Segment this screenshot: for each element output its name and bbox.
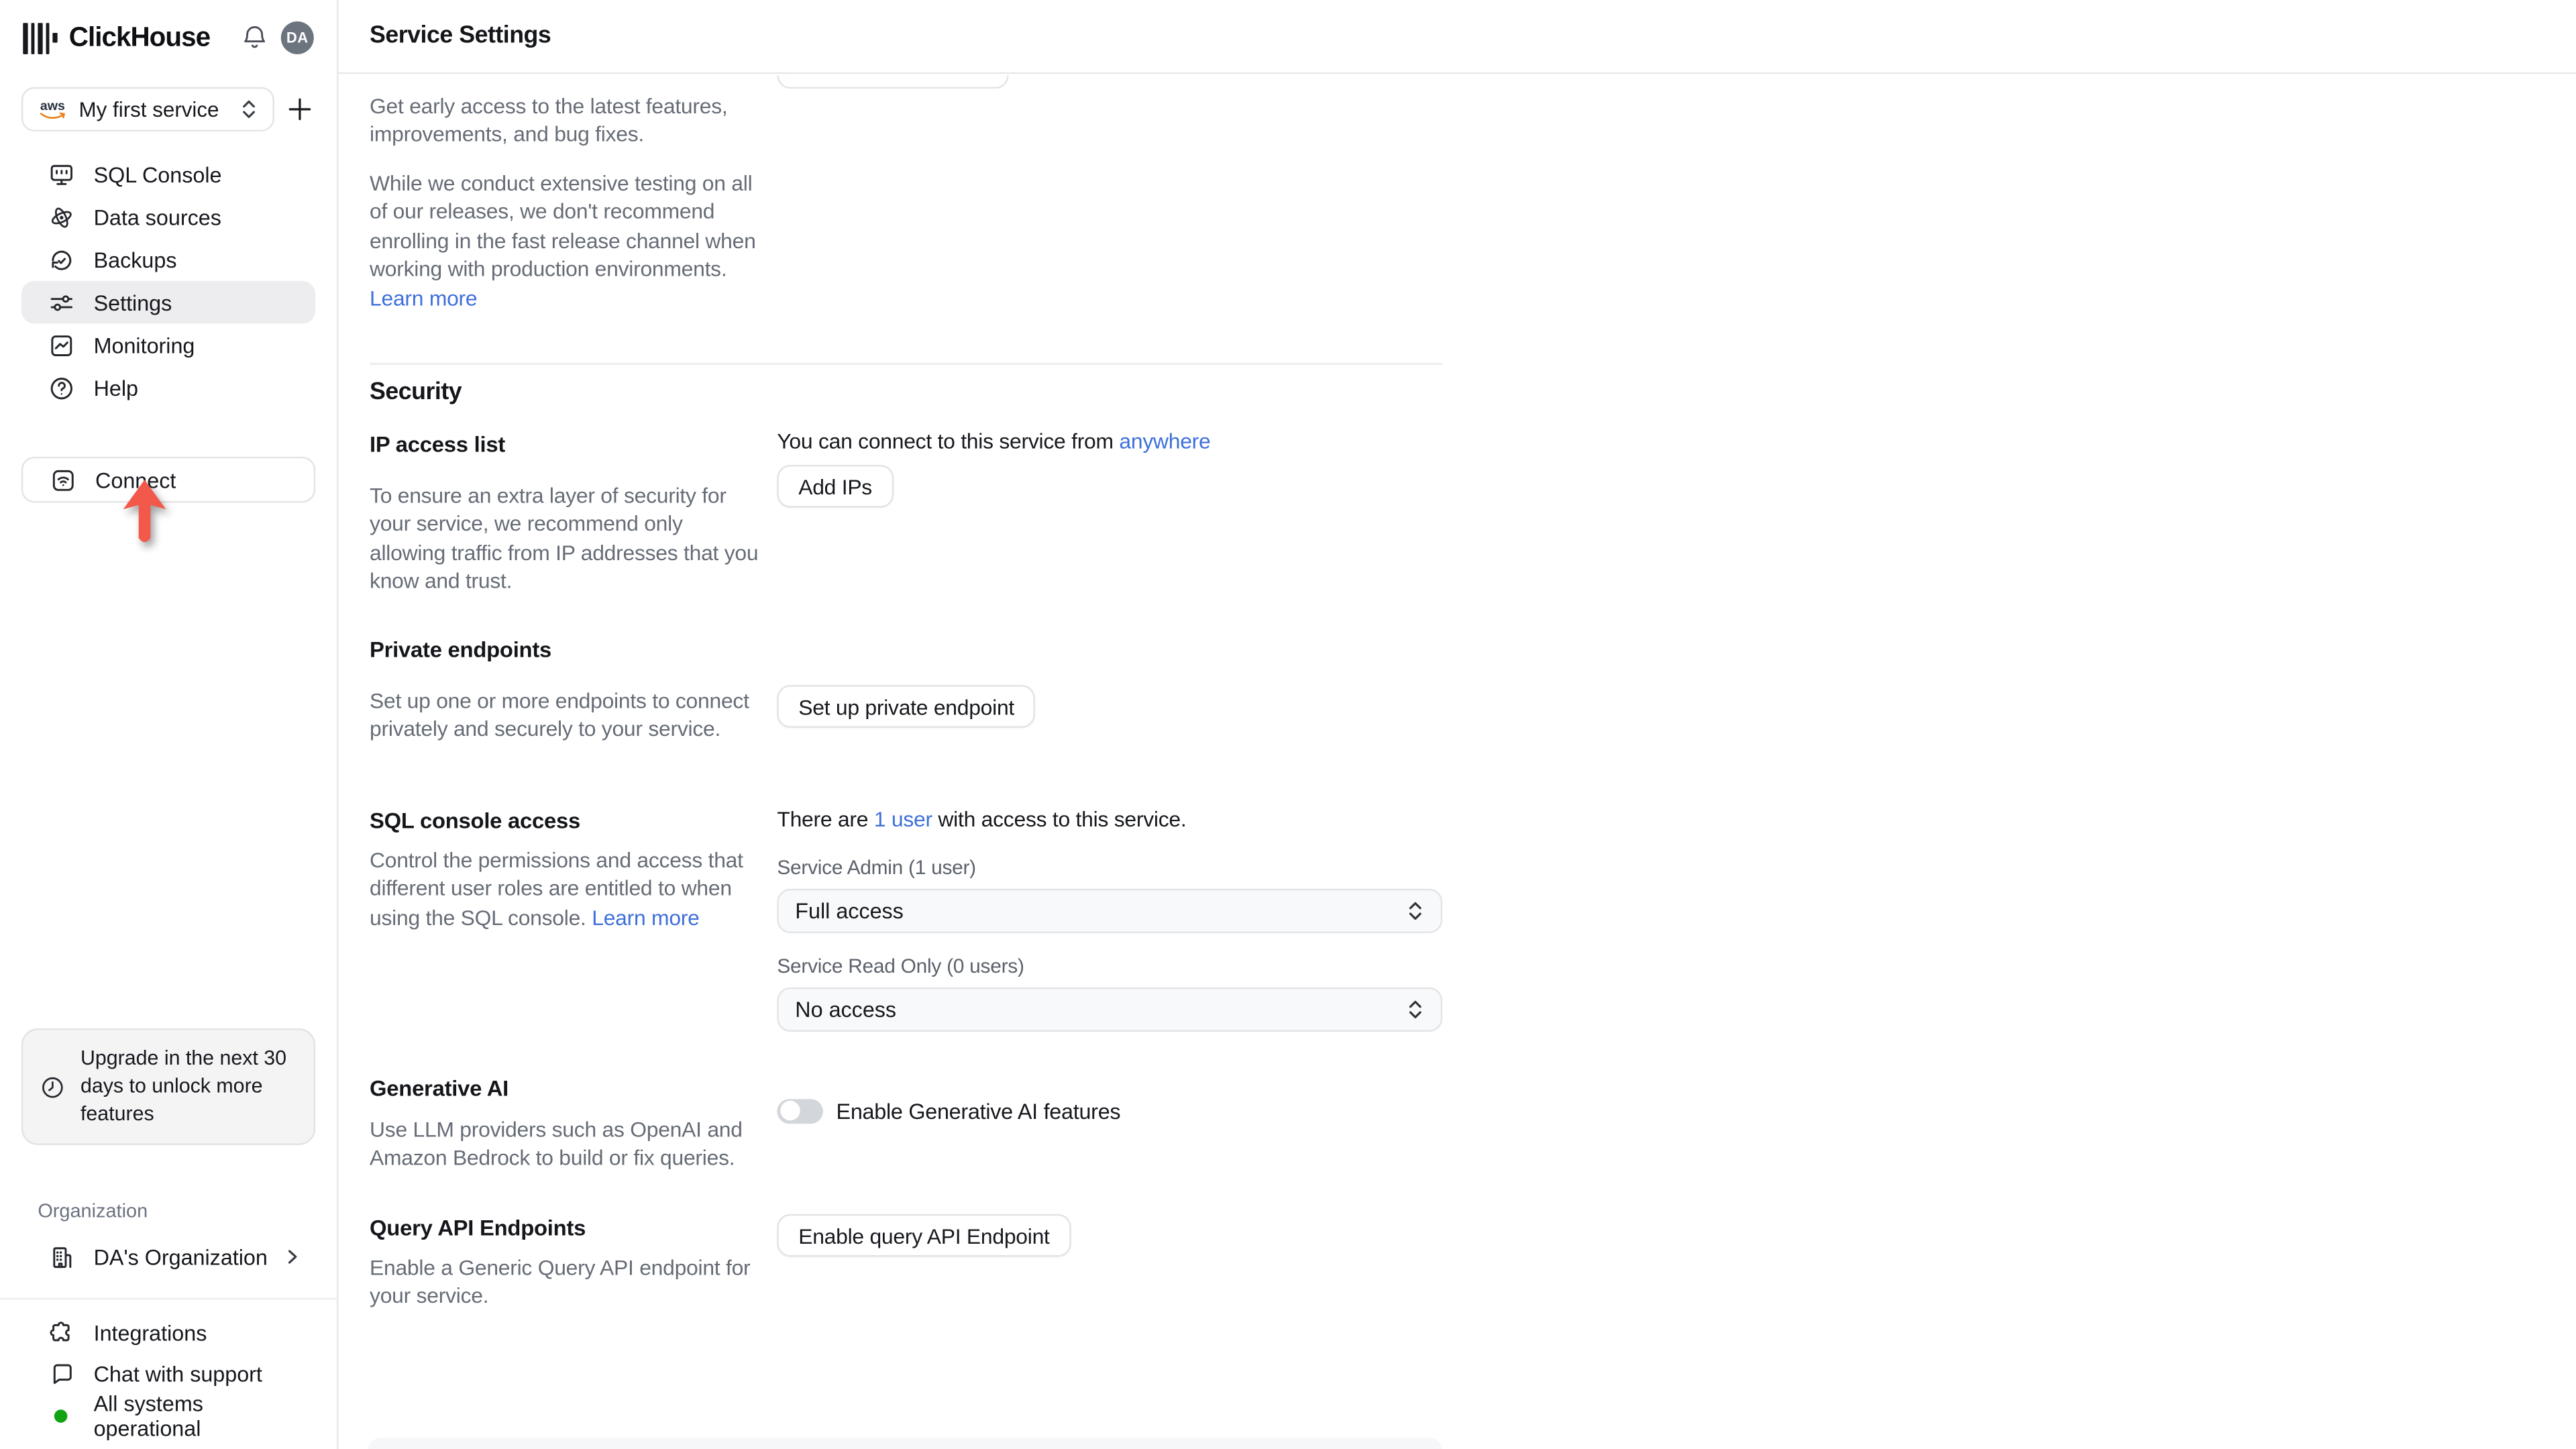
sidebar-footer: Integrations Chat with support All syste… — [0, 1297, 337, 1449]
aws-logo-icon: aws — [38, 99, 67, 119]
service-row: aws My first service — [0, 87, 337, 131]
chevron-updown-icon — [240, 99, 258, 120]
ip-access-status-text: You can connect to this service from — [777, 429, 1120, 453]
clock-icon — [41, 1075, 64, 1098]
one-user-link[interactable]: 1 user — [874, 806, 932, 831]
organization-row[interactable]: DA's Organization — [21, 1236, 315, 1279]
service-selector[interactable]: aws My first service — [21, 87, 274, 131]
sidebar: ClickHouse DA aws My first service SQL C… — [0, 0, 339, 1449]
release-channel-paragraph-1: Get early access to the latest features,… — [370, 93, 728, 147]
sidebar-item-settings[interactable]: Settings — [21, 280, 316, 324]
release-channel-paragraph-2: While we conduct extensive testing on al… — [370, 169, 761, 312]
toggle-knob — [780, 1101, 800, 1121]
clickhouse-logo-icon — [23, 22, 58, 54]
upgrade-banner[interactable]: Upgrade in the next 30 days to unlock mo… — [21, 1028, 316, 1145]
sidebar-item-monitoring[interactable]: Monitoring — [21, 323, 315, 366]
section-divider — [370, 363, 1443, 365]
sidebar-item-integrations[interactable]: Integrations — [21, 1313, 315, 1354]
service-selector-label: My first service — [78, 97, 219, 122]
private-endpoints-description: Set up one or more endpoints to connect … — [370, 688, 749, 742]
connect-wrap: Connect — [0, 456, 337, 503]
help-icon — [49, 376, 74, 400]
sql-console-icon — [49, 162, 74, 186]
sql-access-summary-suffix: with access to this service. — [932, 806, 1187, 832]
sql-console-access-title: SQL console access — [370, 808, 581, 833]
status-dot-green-icon — [54, 1409, 68, 1422]
sidebar-item-chat-support[interactable]: Chat with support — [21, 1354, 315, 1395]
sidebar-item-label: Monitoring — [93, 332, 195, 358]
user-avatar[interactable]: DA — [280, 21, 314, 54]
monitoring-icon — [49, 333, 74, 358]
chevron-right-icon — [284, 1248, 301, 1265]
data-sources-icon — [49, 205, 74, 229]
ip-access-list-title: IP access list — [370, 432, 506, 457]
service-admin-label: Service Admin (1 user) — [777, 855, 976, 879]
release-channel-text: While we conduct extensive testing on al… — [370, 170, 756, 282]
security-section-title: Security — [370, 379, 462, 406]
organization-name: DA's Organization — [93, 1244, 268, 1269]
sidebar-item-label: Data sources — [93, 204, 221, 229]
sidebar-item-label: Backups — [93, 247, 177, 272]
sql-access-summary-prefix: There are — [777, 806, 874, 832]
query-api-description: Enable a Generic Query API endpoint for … — [370, 1255, 751, 1309]
learn-more-link[interactable]: Learn more — [370, 285, 478, 310]
service-admin-select-value: Full access — [795, 898, 904, 924]
backups-icon — [49, 248, 74, 272]
setup-private-endpoint-button[interactable]: Set up private endpoint — [777, 685, 1036, 728]
generative-ai-toggle-label: Enable Generative AI features — [836, 1099, 1121, 1124]
generative-ai-description: Use LLM providers such as OpenAI and Ama… — [370, 1117, 743, 1171]
anywhere-link[interactable]: anywhere — [1119, 429, 1210, 453]
building-icon — [49, 1244, 74, 1269]
ip-access-description: To ensure an extra layer of security for… — [370, 483, 759, 594]
logo-row: ClickHouse DA — [0, 0, 337, 76]
annotation-arrow-up — [121, 478, 168, 547]
enable-query-api-button[interactable]: Enable query API Endpoint — [777, 1214, 1071, 1257]
settings-icon — [49, 290, 74, 315]
puzzle-icon — [49, 1321, 74, 1346]
add-ips-button[interactable]: Add IPs — [777, 465, 894, 508]
sidebar-nav: SQL Console Data sources Backups Setting… — [0, 153, 337, 409]
private-endpoints-title: Private endpoints — [370, 637, 552, 662]
system-status[interactable]: All systems operational — [21, 1391, 315, 1440]
release-channel-select-partial[interactable] — [777, 75, 1009, 89]
add-service-button[interactable] — [282, 93, 315, 125]
organization-section-label: Organization — [38, 1199, 148, 1223]
service-admin-select[interactable]: Full access — [777, 888, 1443, 934]
learn-more-link-2[interactable]: Learn more — [592, 905, 700, 930]
sidebar-item-backups[interactable]: Backups — [21, 238, 315, 281]
sidebar-item-label: Chat with support — [93, 1362, 262, 1387]
app-title: ClickHouse — [68, 22, 211, 52]
ip-access-status: You can connect to this service from any… — [777, 429, 1210, 453]
page-title: Service Settings — [370, 23, 551, 50]
chat-icon — [49, 1362, 74, 1387]
sidebar-item-label: Help — [93, 375, 139, 400]
sidebar-item-data-sources[interactable]: Data sources — [21, 195, 315, 238]
upgrade-note: Upgrade in the next 30 days to unlock mo… — [80, 1046, 287, 1126]
sql-access-description: Control the permissions and access that … — [370, 846, 761, 932]
sidebar-item-label: SQL Console — [93, 162, 222, 186]
service-readonly-label: Service Read Only (0 users) — [777, 954, 1024, 978]
service-readonly-select[interactable]: No access — [777, 987, 1443, 1032]
generative-ai-toggle[interactable] — [777, 1099, 823, 1123]
next-section-box-partial — [368, 1437, 1443, 1449]
notifications-bell-icon[interactable] — [241, 25, 268, 51]
chevron-updown-icon — [1406, 999, 1424, 1020]
connect-icon — [51, 468, 76, 492]
chevron-updown-icon — [1406, 900, 1424, 922]
sidebar-item-label: Settings — [93, 290, 172, 315]
service-readonly-select-value: No access — [795, 997, 897, 1022]
clickhouse-app: ClickHouse DA aws My first service SQL C… — [0, 0, 2576, 1449]
sidebar-item-label: Integrations — [93, 1320, 207, 1346]
generative-ai-title: Generative AI — [370, 1076, 509, 1101]
main-content: Service Settings Get early access to the… — [338, 0, 2576, 1449]
sidebar-item-help[interactable]: Help — [21, 366, 315, 409]
sql-access-summary: There are 1 user with access to this ser… — [777, 806, 1186, 831]
page-header: Service Settings — [338, 0, 2576, 74]
status-label: All systems operational — [93, 1391, 203, 1440]
sidebar-item-sql-console[interactable]: SQL Console — [21, 153, 315, 196]
query-api-title: Query API Endpoints — [370, 1216, 586, 1240]
connect-button[interactable]: Connect — [21, 456, 316, 503]
